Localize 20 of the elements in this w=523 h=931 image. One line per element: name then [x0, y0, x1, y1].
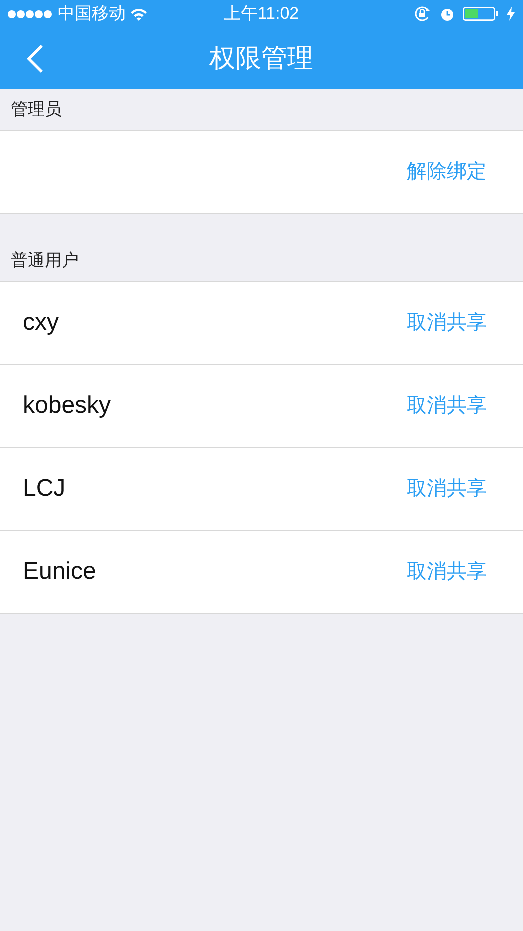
- user-name: kobesky: [23, 391, 112, 421]
- carrier-name: 中国移动: [58, 3, 126, 26]
- page-title: 权限管理: [210, 42, 314, 75]
- action-link[interactable]: 取消共享: [407, 391, 487, 421]
- user-name: Eunice: [23, 557, 96, 587]
- alarm-icon: [440, 6, 455, 22]
- status-time: 上午11:02: [224, 3, 300, 26]
- section-header: 管理员: [11, 98, 62, 120]
- wifi-icon: [130, 8, 148, 20]
- action-link[interactable]: 取消共享: [407, 474, 487, 504]
- section-header: 普通用户: [11, 250, 79, 272]
- signal-icon: [8, 10, 54, 18]
- battery-icon: [463, 7, 499, 21]
- action-link[interactable]: 取消共享: [407, 308, 487, 338]
- user-name: cxy: [23, 308, 59, 338]
- action-link[interactable]: 取消共享: [407, 557, 487, 587]
- action-link[interactable]: 解除绑定: [407, 157, 487, 187]
- user-name: LCJ: [23, 474, 66, 504]
- charging-icon: [507, 7, 515, 21]
- rotation-lock-icon: [414, 6, 432, 22]
